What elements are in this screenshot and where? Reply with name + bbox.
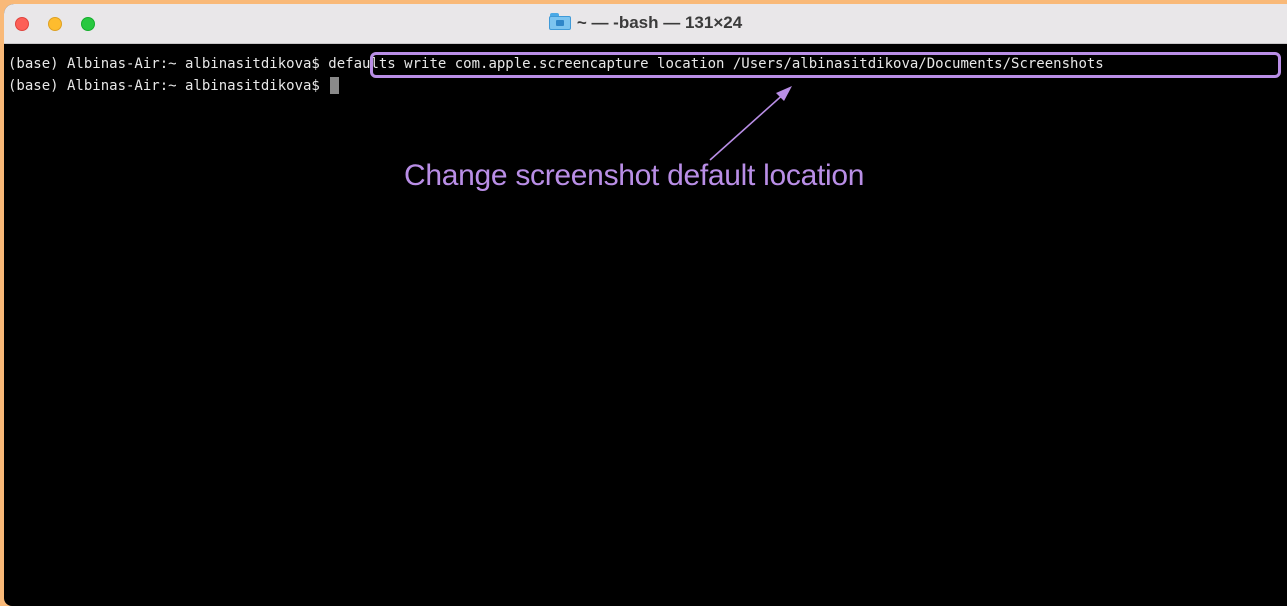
home-folder-icon: [548, 13, 571, 30]
terminal-window: ~ — -bash — 131×24 (base) Albinas-Air:~ …: [4, 4, 1287, 606]
prompt: (base) Albinas-Air:~ albinasitdikova$: [8, 78, 329, 94]
annotation-label: Change screenshot default location: [404, 159, 865, 192]
title-bar[interactable]: ~ — -bash — 131×24: [4, 4, 1287, 44]
window-title: ~ — -bash — 131×24: [4, 13, 1287, 33]
window-title-text: ~ — -bash — 131×24: [576, 13, 743, 32]
terminal-line: (base) Albinas-Air:~ albinasitdikova$: [8, 76, 340, 96]
command-highlight-box: [370, 52, 1281, 78]
terminal-content[interactable]: (base) Albinas-Air:~ albinasitdikova$ de…: [4, 44, 1287, 606]
cursor: [330, 77, 340, 94]
prompt: (base) Albinas-Air:~ albinasitdikova$: [8, 56, 329, 72]
